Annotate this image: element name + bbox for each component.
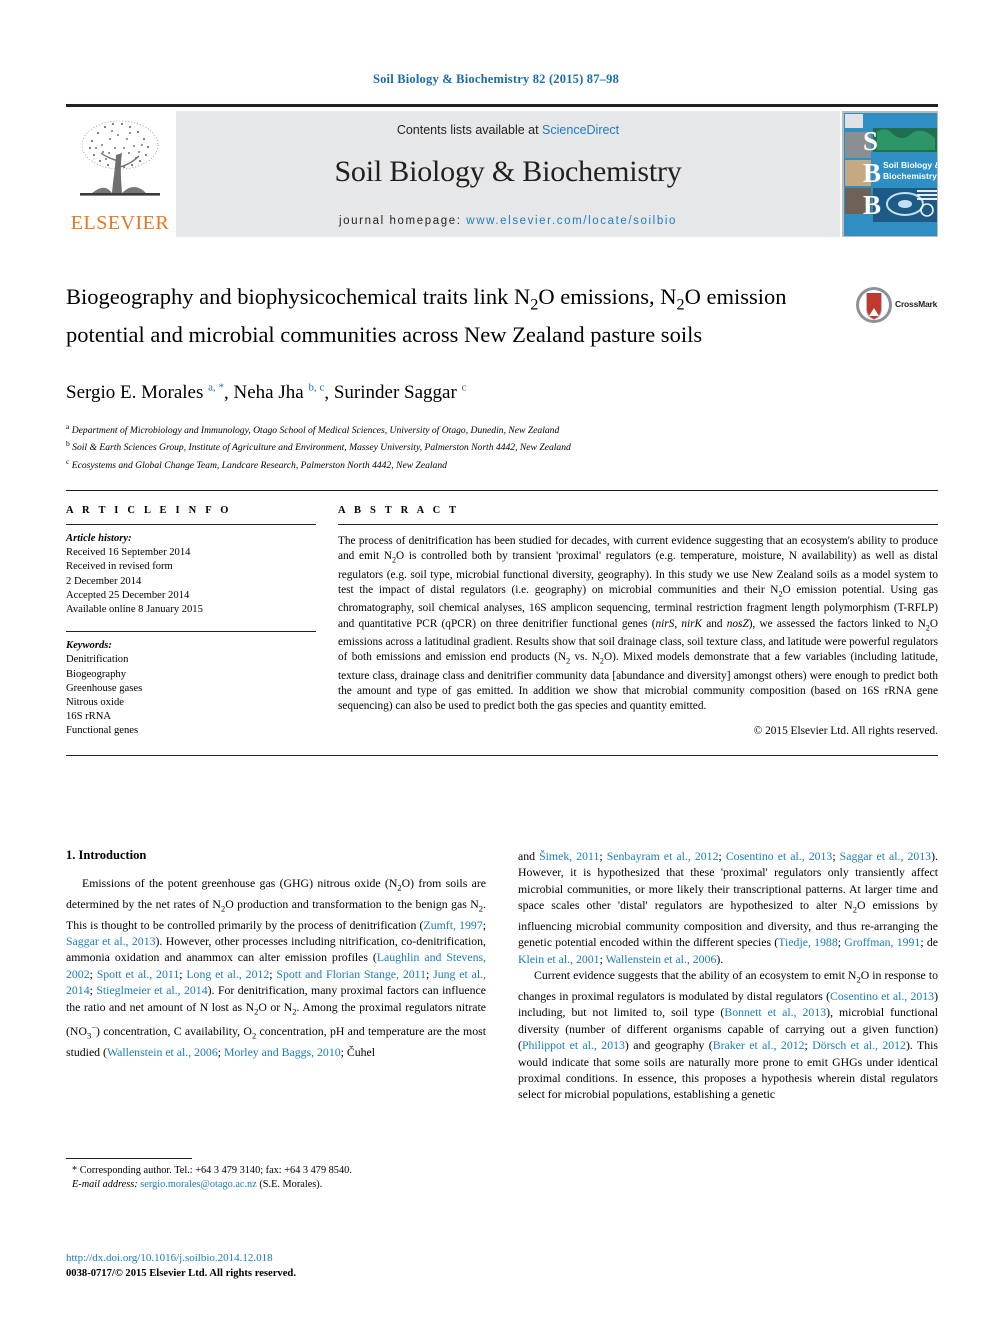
- article-info-heading: A R T I C L E I N F O: [66, 505, 232, 516]
- info-abstract-panel: A R T I C L E I N F O Article history: R…: [66, 490, 938, 756]
- doi-link[interactable]: http://dx.doi.org/10.1016/j.soilbio.2014…: [66, 1251, 496, 1266]
- crossmark-badge[interactable]: CrossMark: [855, 286, 941, 326]
- svg-text:S: S: [863, 126, 878, 156]
- crossmark-icon: [856, 287, 892, 323]
- elsevier-tree-icon: [80, 120, 160, 196]
- abstract-text: The process of denitrification has been …: [338, 535, 939, 713]
- keywords-label: Keywords:: [66, 640, 112, 652]
- affiliation-list: a Department of Microbiology and Immunol…: [66, 420, 886, 472]
- history-line-1: Received 16 September 2014: [66, 547, 191, 559]
- history-line-2: Received in revised form: [66, 561, 173, 573]
- article-page: Soil Biology & Biochemistry 82 (2015) 87…: [0, 0, 992, 1323]
- paper-title: Biogeography and biophysicochemical trai…: [66, 282, 846, 349]
- history-line-3: 2 December 2014: [66, 575, 142, 587]
- homepage-url-link[interactable]: www.elsevier.com/locate/soilbio: [466, 215, 677, 227]
- keyword-4: Nitrous oxide: [66, 697, 124, 709]
- elsevier-wordmark: ELSEVIER: [70, 212, 170, 234]
- email-link[interactable]: sergio.morales@otago.ac.nz: [140, 1179, 257, 1190]
- affiliation-b-mark: b: [66, 439, 70, 449]
- article-history-label: Article history:: [66, 533, 132, 544]
- keywords-rule: [66, 631, 316, 633]
- journal-title: Soil Biology & Biochemistry: [334, 155, 682, 188]
- footnote-rule: [66, 1158, 192, 1159]
- title-segment-2: O emissions, N: [538, 284, 677, 309]
- svg-text:Biochemistry: Biochemistry: [883, 171, 937, 181]
- history-line-4: Accepted 25 December 2014: [66, 589, 190, 601]
- email-label: E-mail address:: [72, 1179, 138, 1190]
- author-3-name: Surinder Saggar: [333, 382, 457, 404]
- journal-masthead: ELSEVIER Contents lists available at Sci…: [66, 104, 938, 237]
- keyword-6: Functional genes: [66, 725, 139, 737]
- affiliation-a-text: Department of Microbiology and Immunolog…: [71, 425, 560, 437]
- abstract-column: A B S T R A C T The process of denitrifi…: [338, 505, 938, 739]
- corresponding-author-note: * Corresponding author. Tel.: +64 3 479 …: [72, 1165, 352, 1176]
- body-left-column: 1. Introduction Emissions of the potent …: [66, 848, 486, 1103]
- article-history-block: Article history: Received 16 September 2…: [66, 532, 316, 617]
- crossmark-label: CrossMark: [895, 299, 938, 309]
- homepage-prefix: journal homepage:: [339, 215, 467, 227]
- running-head: Soil Biology & Biochemistry 82 (2015) 87…: [372, 72, 620, 86]
- issn-copyright-line: 0038-0717/© 2015 Elsevier Ltd. All right…: [66, 1268, 296, 1279]
- svg-text:B: B: [863, 190, 881, 220]
- intro-paragraph-1: Emissions of the potent greenhouse gas (…: [66, 876, 487, 1060]
- author-3-marks: c: [461, 382, 467, 394]
- journal-homepage-line: journal homepage: www.elsevier.com/locat…: [176, 215, 840, 227]
- affiliation-b-text: Soil & Earth Sciences Group, Institute o…: [72, 442, 571, 454]
- keyword-2: Biogeography: [66, 668, 127, 680]
- introduction-heading: 1. Introduction: [66, 848, 147, 862]
- title-block: Biogeography and biophysicochemical trai…: [66, 282, 846, 349]
- elsevier-logo: ELSEVIER: [66, 111, 174, 237]
- author-2-name: Neha Jha: [233, 382, 304, 404]
- affiliation-a-mark: a: [66, 422, 70, 431]
- article-info-column: A R T I C L E I N F O Article history: R…: [66, 505, 338, 739]
- keyword-1: Denitrification: [66, 654, 129, 666]
- author-list: Sergio E. Morales a, *, Neha Jha b, c, S…: [66, 382, 467, 404]
- affiliation-a: a Department of Microbiology and Immunol…: [66, 420, 886, 437]
- history-line-5: Available online 8 January 2015: [66, 604, 203, 616]
- keyword-3: Greenhouse gases: [66, 682, 143, 694]
- masthead-center: Contents lists available at ScienceDirec…: [176, 111, 840, 237]
- journal-cover-thumbnail[interactable]: S B B Soil Biology & Biochemistry: [842, 111, 938, 237]
- article-info-rule: [66, 524, 316, 525]
- author-2-marks: b, c: [308, 382, 325, 394]
- keyword-5: 16S rRNA: [66, 711, 112, 723]
- abstract-copyright: © 2015 Elsevier Ltd. All rights reserved…: [753, 725, 938, 738]
- author-1: Sergio E. Morales a, *: [66, 382, 224, 403]
- email-note: E-mail address: sergio.morales@otago.ac.…: [66, 1178, 486, 1192]
- affiliation-c: c Ecosystems and Global Change Team, Lan…: [66, 455, 886, 472]
- affiliation-c-mark: c: [66, 456, 70, 466]
- contents-lists-line: Contents lists available at ScienceDirec…: [176, 123, 840, 137]
- keywords-block: Keywords: Denitrification Biogeography G…: [66, 639, 316, 738]
- body-columns: 1. Introduction Emissions of the potent …: [66, 848, 938, 1103]
- body-right-column: and Šimek, 2011; Senbayram et al., 2012;…: [518, 848, 938, 1103]
- author-2: Neha Jha b, c: [234, 382, 325, 403]
- title-subscript-2: 2: [676, 295, 685, 314]
- author-1-name: Sergio E. Morales: [66, 382, 204, 404]
- author-1-marks: a, *: [208, 382, 225, 394]
- affiliation-c-text: Ecosystems and Global Change Team, Landc…: [71, 459, 447, 471]
- doi-block: http://dx.doi.org/10.1016/j.soilbio.2014…: [66, 1251, 496, 1281]
- intro-paragraph-1-cont: and Šimek, 2011; Senbayram et al., 2012;…: [518, 849, 938, 966]
- footnote-block: * Corresponding author. Tel.: +64 3 479 …: [66, 1158, 486, 1192]
- title-segment-1: Biogeography and biophysicochemical trai…: [66, 284, 531, 309]
- intro-paragraph-2: Current evidence suggests that the abili…: [518, 968, 939, 1102]
- email-suffix: (S.E. Morales).: [259, 1179, 323, 1190]
- journal-cover-art: S B B Soil Biology & Biochemistry: [843, 112, 938, 236]
- contents-prefix: Contents lists available at: [396, 123, 543, 137]
- abstract-rule: [338, 524, 938, 525]
- author-3: Surinder Saggar c: [334, 382, 467, 403]
- sciencedirect-link[interactable]: ScienceDirect: [542, 123, 619, 137]
- svg-text:B: B: [863, 158, 881, 188]
- affiliation-b: b Soil & Earth Sciences Group, Institute…: [66, 437, 886, 454]
- svg-text:Soil Biology &: Soil Biology &: [883, 160, 938, 170]
- abstract-heading: A B S T R A C T: [338, 505, 460, 516]
